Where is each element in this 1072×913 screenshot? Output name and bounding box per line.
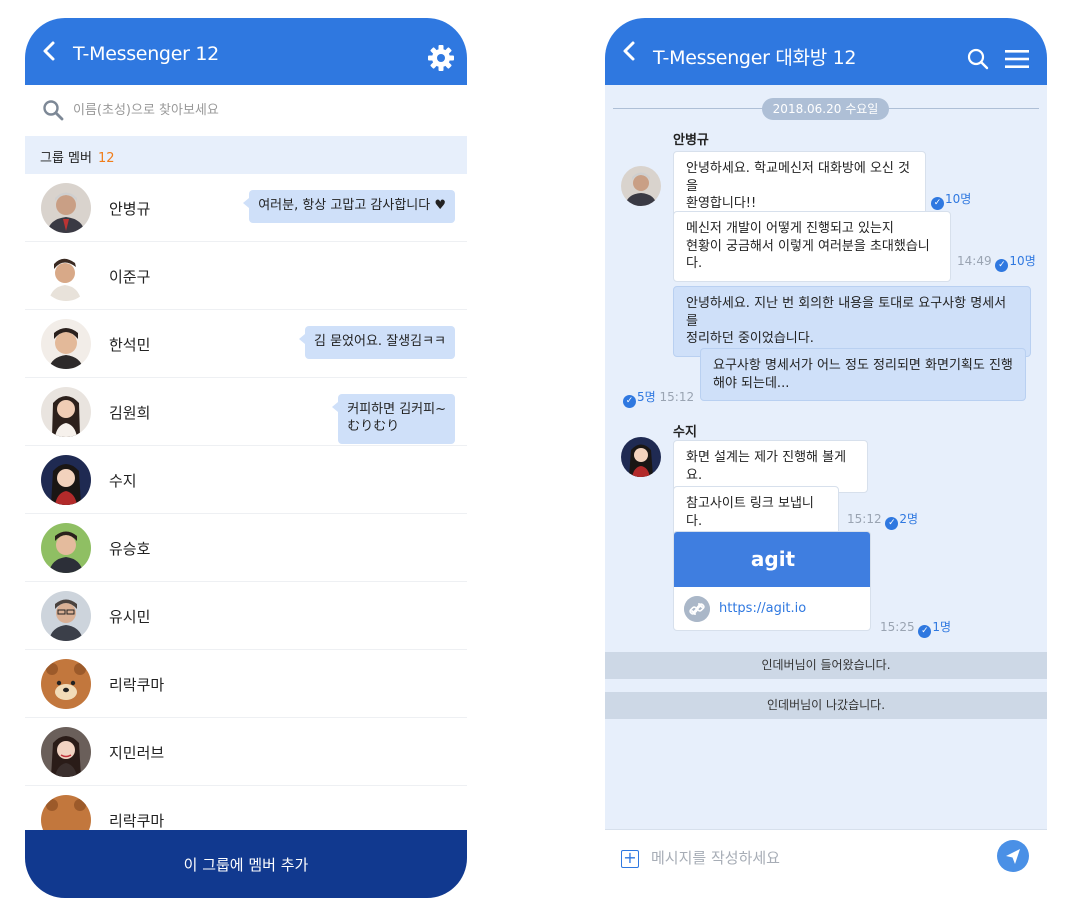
avatar (41, 251, 91, 301)
system-message: 인데버님이 들어왔습니다. (605, 652, 1047, 679)
check-icon: ✓ (931, 197, 944, 210)
group-header: 그룹 멤버 12 (25, 136, 467, 174)
search-icon (43, 100, 64, 121)
list-item[interactable]: 이준구 (25, 242, 467, 310)
message-bubble: 요구사항 명세서가 어느 정도 정리되면 화면기획도 진행 해야 되는데... (700, 348, 1026, 402)
group-label: 그룹 멤버 (40, 151, 92, 166)
add-member-button[interactable]: 이 그룹에 멤버 추가 (25, 830, 467, 898)
list-item[interactable]: 리락쿠마 (25, 650, 467, 718)
avatar (41, 727, 91, 777)
list-item[interactable]: 안병규 여러분, 항상 고맙고 감사합니다 ♥ (25, 174, 467, 242)
app-header: T-Messenger 대화방 12 (605, 18, 1047, 85)
list-item[interactable]: 유승호 (25, 514, 467, 582)
page-title: T-Messenger 12 (73, 43, 219, 65)
avatar (41, 455, 91, 505)
avatar (41, 523, 91, 573)
avatar[interactable] (621, 437, 661, 477)
plus-icon[interactable]: + (621, 850, 639, 868)
avatar (41, 387, 91, 437)
member-name: 리락쿠마 (109, 676, 165, 694)
check-icon: ✓ (918, 625, 932, 638)
link-icon (684, 596, 710, 622)
back-arrow-icon[interactable] (619, 40, 641, 62)
search-input[interactable] (73, 98, 433, 122)
check-icon: ✓ (885, 517, 899, 530)
app-header: T-Messenger 12 (25, 18, 467, 85)
sender-name: 안병규 (673, 133, 709, 148)
status-message: 여러분, 항상 고맙고 감사합니다 ♥ (243, 190, 455, 223)
back-arrow-icon[interactable] (39, 40, 61, 62)
avatar (41, 183, 91, 233)
message-meta: 14:49 ✓ 10명 (957, 254, 1036, 272)
member-name: 지민러브 (109, 744, 165, 762)
check-icon: ✓ (995, 259, 1009, 272)
link-url[interactable]: https://agit.io (719, 601, 806, 616)
send-button[interactable] (997, 840, 1029, 872)
sender-name: 수지 (673, 425, 697, 440)
list-item[interactable]: 리락쿠마 (25, 786, 467, 830)
page-title: T-Messenger 대화방 12 (653, 47, 857, 69)
system-message: 인데버님이 나갔습니다. (605, 692, 1047, 719)
member-name: 유시민 (109, 608, 151, 626)
list-item[interactable]: 수지 (25, 446, 467, 514)
group-count: 12 (97, 151, 115, 166)
message-meta: ✓ 5명 15:12 (623, 388, 694, 408)
menu-icon[interactable] (1005, 49, 1029, 69)
member-name: 안병규 (109, 200, 151, 218)
member-list: 안병규 여러분, 항상 고맙고 감사합니다 ♥ 이준구 한석민 김 묻었어요. … (25, 174, 467, 830)
check-icon: ✓ (623, 395, 636, 408)
link-title: agit (674, 532, 870, 587)
send-icon (1006, 849, 1020, 864)
member-name: 한석민 (109, 336, 151, 354)
member-name: 수지 (109, 472, 137, 490)
avatar (41, 591, 91, 641)
list-item[interactable]: 김원희 커피하면 김커피~ むりむり (25, 378, 467, 446)
message-bubble: 안녕하세요. 지난 번 회의한 내용을 토대로 요구사항 명세서를 정리하던 중… (673, 286, 1031, 357)
chat-room-screen: T-Messenger 대화방 12 2018.06.20 수요일 안병규 안녕… (605, 18, 1047, 898)
member-name: 이준구 (109, 268, 151, 286)
member-list-screen: T-Messenger 12 그룹 멤버 12 (25, 18, 467, 898)
message-input[interactable] (651, 846, 981, 870)
member-search (25, 85, 467, 135)
list-item[interactable]: 지민러브 (25, 718, 467, 786)
search-icon[interactable] (967, 48, 989, 70)
list-item[interactable]: 유시민 (25, 582, 467, 650)
list-item[interactable]: 한석민 김 묻었어요. 잘생김ㅋㅋ (25, 310, 467, 378)
read-count: ✓ 10명 (931, 190, 971, 210)
member-name: 리락쿠마 (109, 812, 165, 830)
member-name: 김원희 (109, 404, 151, 422)
avatar (41, 659, 91, 709)
message-meta: 15:12 ✓ 2명 (847, 512, 919, 530)
status-message: 커피하면 김커피~ むりむり (332, 394, 455, 444)
avatar[interactable] (621, 166, 661, 206)
message-meta: 15:25 ✓ 1명 (880, 620, 952, 638)
status-message: 김 묻었어요. 잘생김ㅋㅋ (299, 326, 455, 359)
avatar (41, 319, 91, 369)
gear-icon[interactable] (427, 44, 455, 72)
avatar (41, 795, 91, 830)
message-bubble: 메신저 개발이 어떻게 진행되고 있는지 현황이 궁금해서 이렇게 여러분을 초… (673, 211, 951, 282)
date-badge: 2018.06.20 수요일 (762, 98, 889, 120)
member-name: 유승호 (109, 540, 151, 558)
link-preview-card[interactable]: agit https://agit.io (673, 531, 871, 631)
message-composer: + (605, 829, 1047, 898)
